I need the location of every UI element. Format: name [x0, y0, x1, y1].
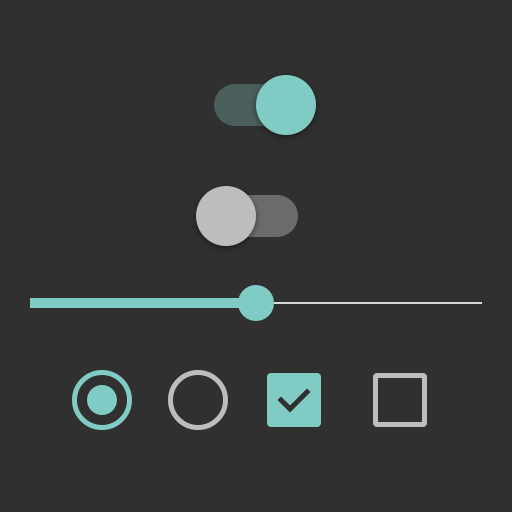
radio-button-selected[interactable]: [72, 370, 132, 430]
checkbox-unchecked[interactable]: [373, 373, 427, 427]
switch-thumb[interactable]: [196, 186, 256, 246]
toggle-switch-on[interactable]: [214, 75, 316, 135]
checkbox-checked[interactable]: [267, 373, 321, 427]
radio-dot: [87, 385, 117, 415]
slider-thumb[interactable]: [238, 285, 274, 321]
controls-panel: [0, 0, 512, 512]
switch-thumb[interactable]: [256, 75, 316, 135]
slider[interactable]: [30, 280, 482, 326]
slider-fill: [30, 298, 256, 308]
radio-button-unselected[interactable]: [168, 370, 228, 430]
toggle-switch-off[interactable]: [196, 186, 298, 246]
check-icon: [277, 388, 311, 413]
